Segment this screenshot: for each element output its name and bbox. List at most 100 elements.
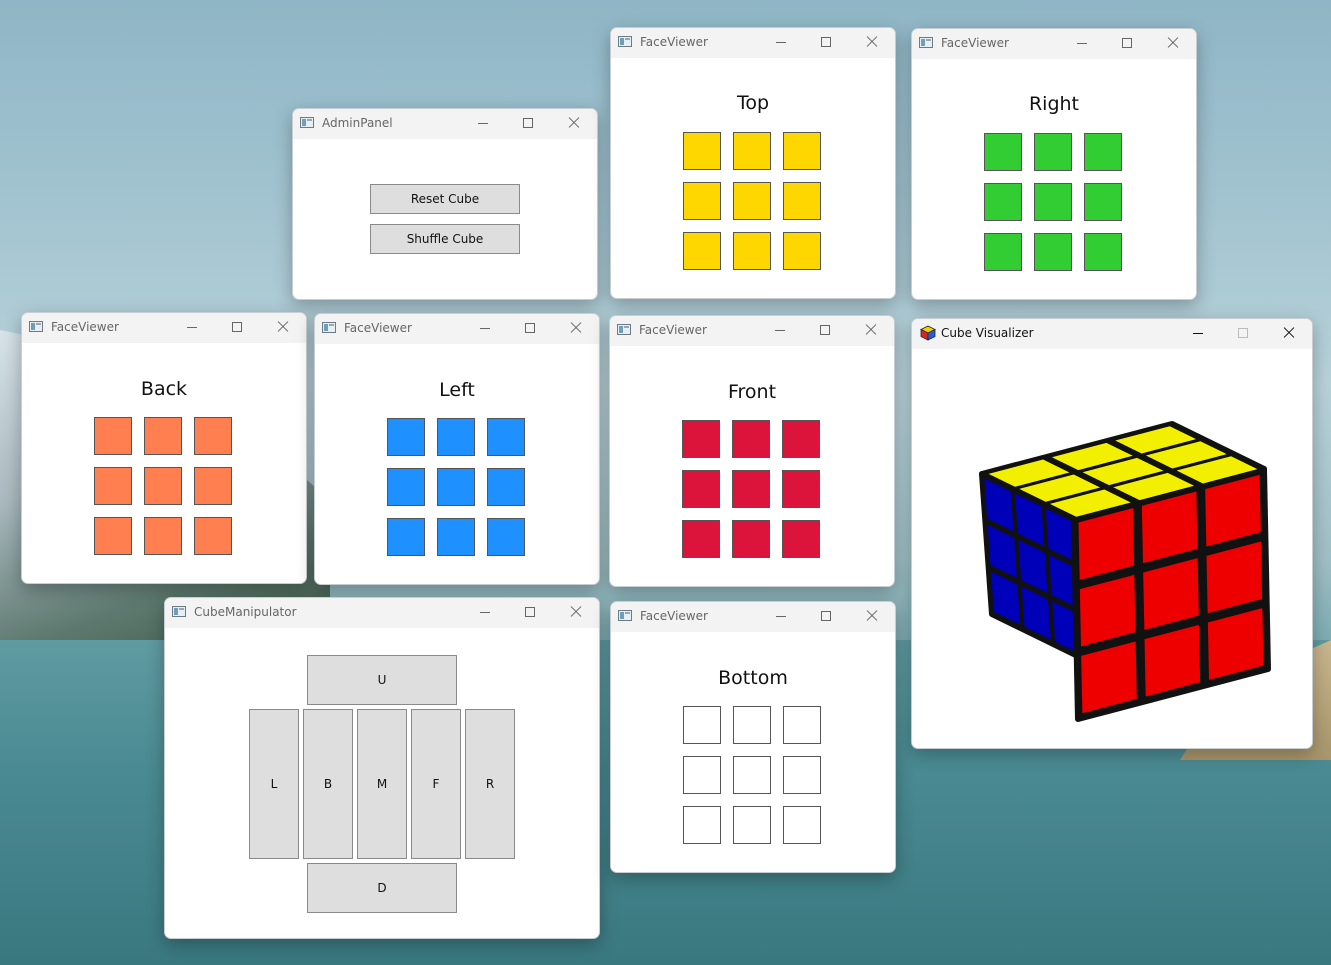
title-bar[interactable]: FaceViewer [611, 602, 895, 632]
close-icon[interactable] [568, 320, 584, 336]
face-viewer-back-window: FaceViewer Back [21, 312, 307, 584]
window-app-icon [617, 324, 631, 335]
facelet [437, 468, 475, 506]
minimize-icon[interactable] [477, 604, 493, 620]
facelet [732, 520, 770, 558]
close-icon[interactable] [568, 604, 584, 620]
close-icon[interactable] [864, 608, 880, 624]
title-bar[interactable]: Cube Visualizer [912, 319, 1312, 349]
facelet [387, 418, 425, 456]
title-bar[interactable]: CubeManipulator [165, 598, 599, 628]
minimize-icon[interactable] [772, 322, 788, 338]
window-title: FaceViewer [640, 609, 708, 623]
rotate-r-button[interactable]: R [465, 709, 515, 859]
minimize-icon[interactable] [1074, 35, 1090, 51]
facelet [782, 420, 820, 458]
close-icon[interactable] [566, 115, 582, 131]
close-icon[interactable] [275, 319, 291, 335]
title-bar[interactable]: FaceViewer [22, 313, 306, 343]
face-viewer-top-window: FaceViewer Top [610, 27, 896, 299]
close-icon[interactable] [863, 322, 879, 338]
rotate-u-button[interactable]: U [307, 655, 457, 705]
window-title: FaceViewer [640, 35, 708, 49]
title-bar[interactable]: FaceViewer [315, 314, 599, 344]
face-grid-top [683, 132, 823, 272]
facelet [683, 806, 721, 844]
cube-3d-view[interactable] [912, 349, 1312, 748]
maximize-icon[interactable] [229, 319, 245, 335]
face-name-label: Bottom [718, 667, 788, 689]
close-icon[interactable] [1281, 325, 1297, 341]
facelet [94, 517, 132, 555]
facelet [733, 232, 771, 270]
window-title: FaceViewer [344, 321, 412, 335]
facelet [733, 806, 771, 844]
facelet [783, 806, 821, 844]
close-icon[interactable] [1165, 35, 1181, 51]
window-app-icon [300, 117, 314, 128]
facelet [194, 517, 232, 555]
face-viewer-bottom-window: FaceViewer Bottom [610, 601, 896, 873]
facelet [682, 420, 720, 458]
title-bar[interactable]: FaceViewer [610, 316, 894, 346]
face-name-label: Back [140, 378, 188, 400]
face-name-label: Left [439, 379, 475, 401]
facelet [194, 417, 232, 455]
maximize-icon[interactable] [520, 115, 536, 131]
facelet [783, 756, 821, 794]
face-viewer-right-window: FaceViewer Right [911, 28, 1197, 300]
minimize-icon[interactable] [477, 320, 493, 336]
rotate-l-button[interactable]: L [249, 709, 299, 859]
facelet [94, 417, 132, 455]
title-bar[interactable]: FaceViewer [611, 28, 895, 58]
face-viewer-front-window: FaceViewer Front [609, 315, 895, 587]
facelet [1034, 133, 1072, 171]
face-grid-bottom [683, 706, 823, 846]
facelet [487, 518, 525, 556]
facelet [683, 182, 721, 220]
window-app-icon [322, 322, 336, 333]
facelet [682, 470, 720, 508]
rotate-d-button[interactable]: D [307, 863, 457, 913]
minimize-icon[interactable] [475, 115, 491, 131]
rotate-f-button[interactable]: F [411, 709, 461, 859]
face-viewer-left-window: FaceViewer Left [314, 313, 600, 585]
minimize-icon[interactable] [773, 608, 789, 624]
minimize-icon[interactable] [184, 319, 200, 335]
maximize-icon[interactable] [522, 320, 538, 336]
maximize-icon[interactable] [818, 608, 834, 624]
facelet [144, 517, 182, 555]
title-bar[interactable]: FaceViewer [912, 29, 1196, 59]
cube-manipulator-window: CubeManipulator U L B M F R D [164, 597, 600, 939]
window-title: CubeManipulator [194, 605, 297, 619]
window-title: Cube Visualizer [941, 326, 1034, 340]
face-name-label: Right [1028, 93, 1080, 115]
facelet [1084, 233, 1122, 271]
maximize-icon [1235, 325, 1251, 341]
maximize-icon[interactable] [522, 604, 538, 620]
maximize-icon[interactable] [818, 34, 834, 50]
facelet [984, 183, 1022, 221]
window-app-icon [172, 606, 186, 617]
facelet [144, 467, 182, 505]
shuffle-cube-button[interactable]: Shuffle Cube [370, 224, 520, 254]
admin-panel-window: AdminPanel Reset Cube Shuffle Cube [292, 108, 598, 300]
maximize-icon[interactable] [1119, 35, 1135, 51]
rotate-m-button[interactable]: M [357, 709, 407, 859]
facelet [783, 232, 821, 270]
rotate-b-button[interactable]: B [303, 709, 353, 859]
window-title: FaceViewer [941, 36, 1009, 50]
face-grid-back [94, 417, 234, 557]
title-bar[interactable]: AdminPanel [293, 109, 597, 139]
minimize-icon[interactable] [1190, 325, 1206, 341]
close-icon[interactable] [864, 34, 880, 50]
cube-visualizer-window: Cube Visualizer [911, 318, 1313, 749]
window-app-icon [618, 36, 632, 47]
facelet [437, 418, 475, 456]
facelet [683, 232, 721, 270]
reset-cube-button[interactable]: Reset Cube [370, 184, 520, 214]
facelet [733, 756, 771, 794]
maximize-icon[interactable] [817, 322, 833, 338]
minimize-icon[interactable] [773, 34, 789, 50]
facelet [682, 520, 720, 558]
